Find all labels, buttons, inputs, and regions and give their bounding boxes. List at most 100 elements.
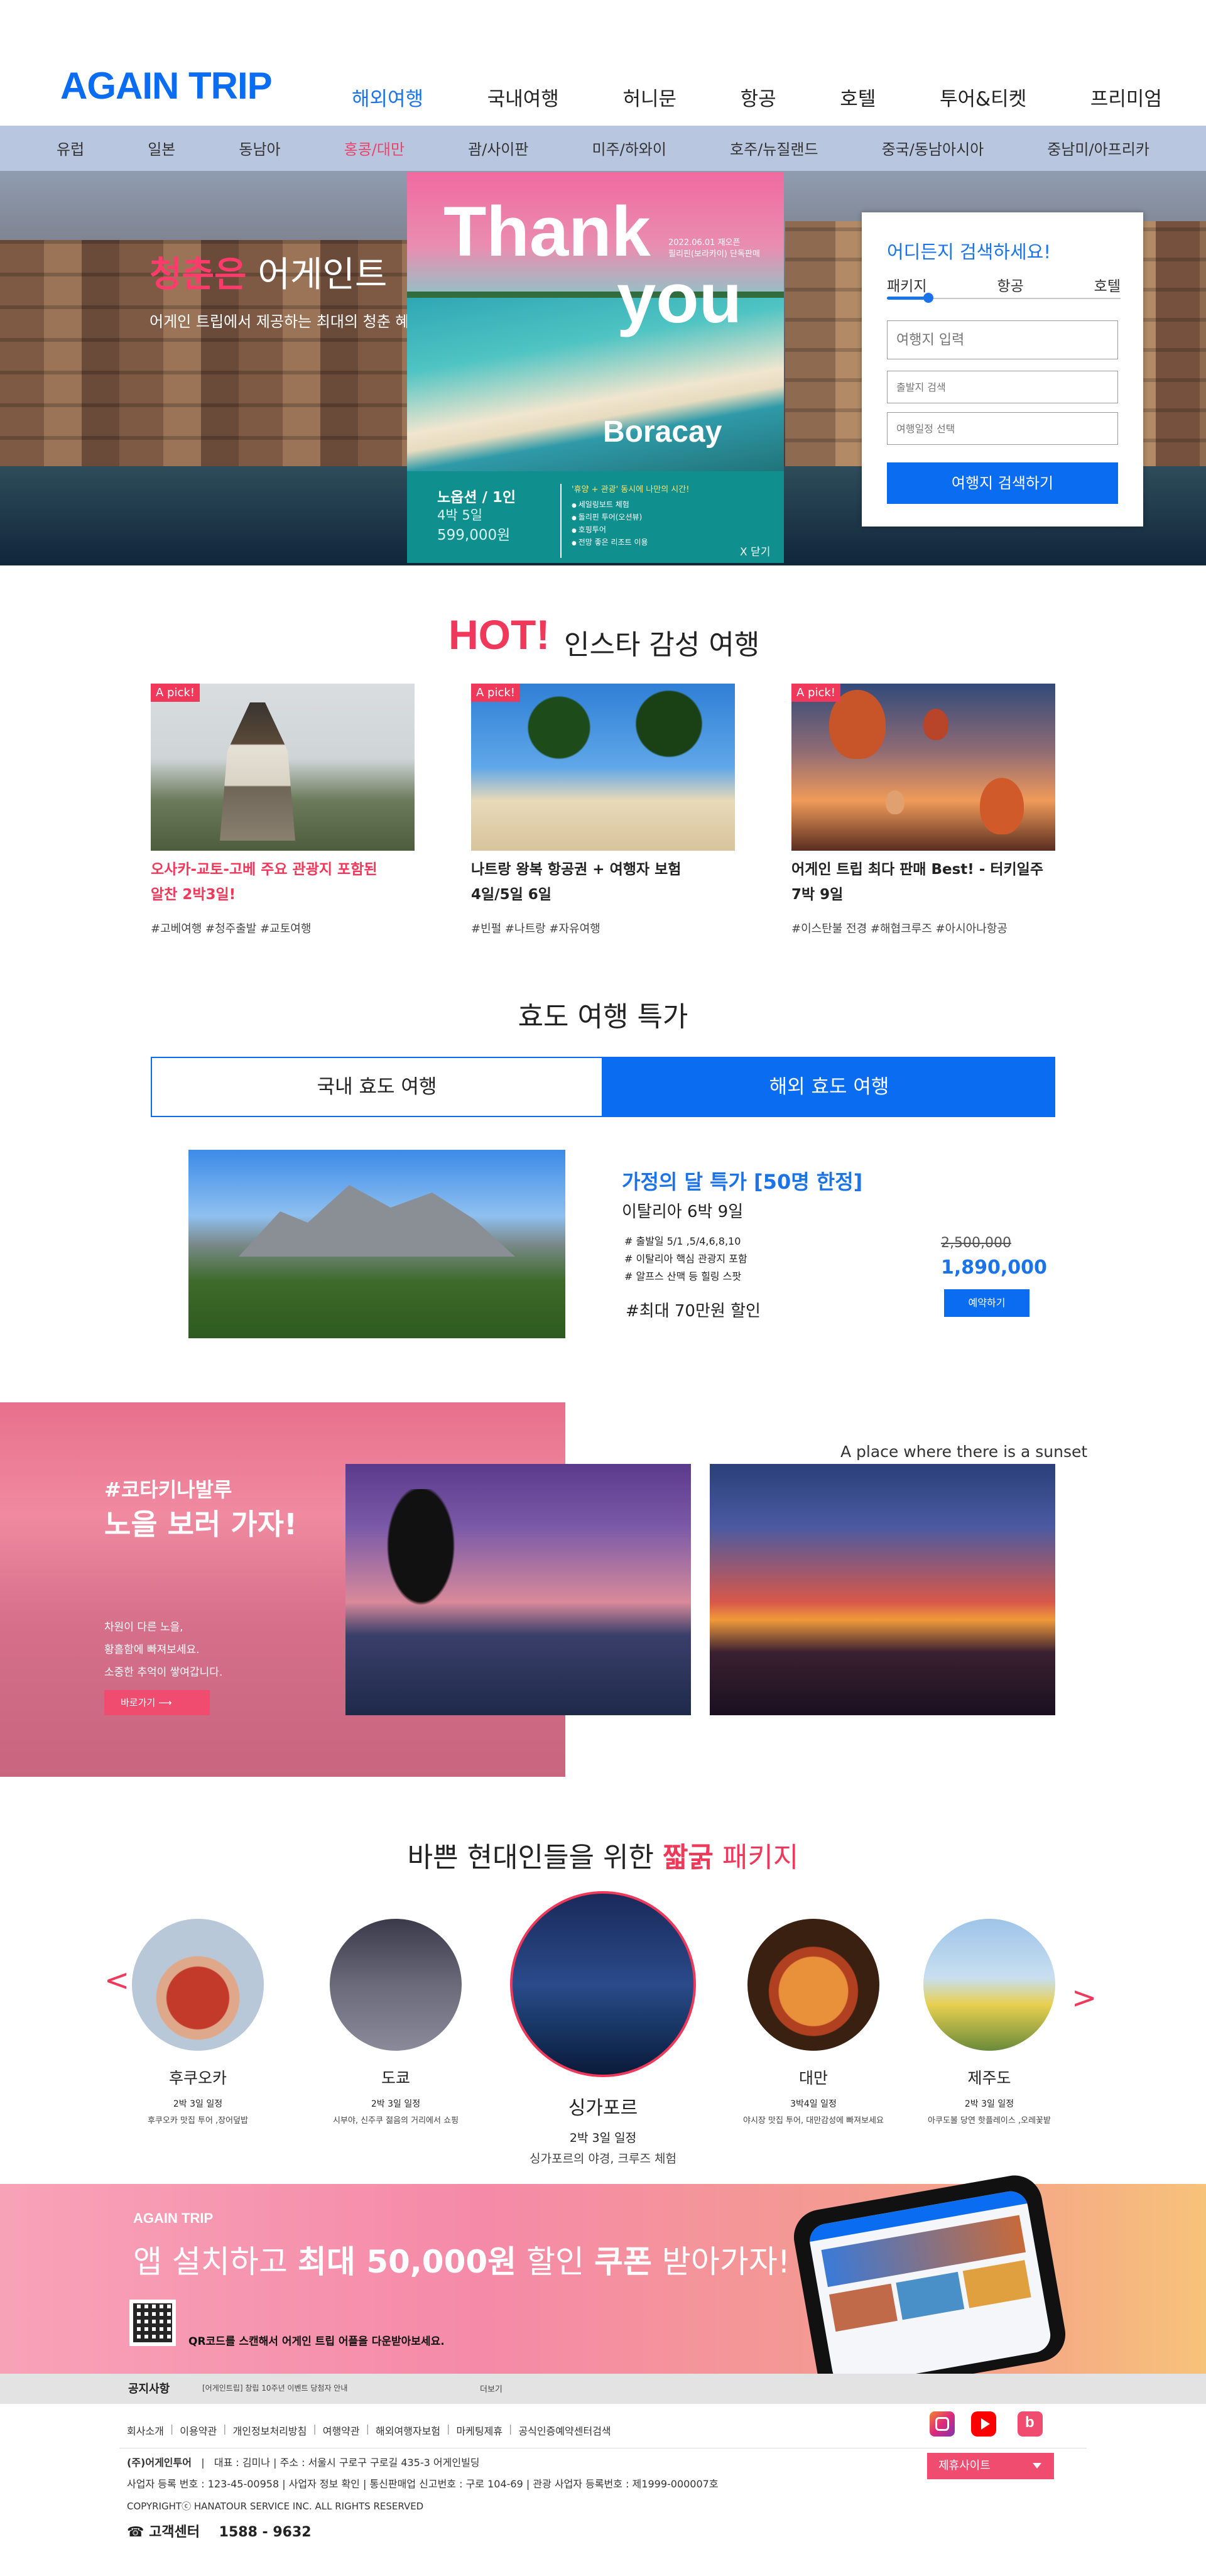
nav-item-flight[interactable]: 항공 xyxy=(741,83,776,111)
package-name: 싱가포르 xyxy=(568,2097,638,2119)
package-title-highlight: 짧굵 xyxy=(662,1842,714,1874)
pick-badge: A pick! xyxy=(151,684,200,702)
family-site-select[interactable]: 제휴사이트 xyxy=(927,2453,1054,2479)
card-title-line1: 나트랑 왕복 항공권 + 여행자 보험 xyxy=(471,861,682,878)
card-title-line2: 7박 9일 xyxy=(791,887,844,903)
sunset-go-button[interactable]: 바로가기 ⟶ xyxy=(104,1690,210,1715)
blog-icon[interactable] xyxy=(1018,2411,1043,2437)
subnav-item-guam-saipan[interactable]: 괌/사이판 xyxy=(468,137,528,159)
carousel-next-icon[interactable]: > xyxy=(1072,1980,1097,2016)
footer-link-company[interactable]: 회사소개 xyxy=(127,2423,164,2438)
subnav-item-latam-africa[interactable]: 중남미/아프리카 xyxy=(1047,137,1149,159)
company-address: 대표 : 김미나 | 주소 : 서울시 구로구 구로길 435-3 어게인빌딩 xyxy=(214,2457,480,2469)
subnav-item-europe[interactable]: 유럽 xyxy=(57,137,84,159)
app-title-mid: 할인 xyxy=(516,2244,594,2280)
nav-item-domestic[interactable]: 국내여행 xyxy=(487,83,559,111)
qr-instructions: QR코드를 스캔해서 어게인 트립 어플을 다운받아보세요. xyxy=(188,2335,445,2348)
business-info: 사업자 등록 번호 : 123-45-00958 | 사업자 정보 확인 | 통… xyxy=(127,2478,719,2490)
promo-popup[interactable]: Thank you 2022.06.01 재오픈 필리핀(보라카이) 단독판매 … xyxy=(407,172,784,563)
nav-item-honeymoon[interactable]: 허니문 xyxy=(622,83,676,111)
reserve-button[interactable]: 예약하기 xyxy=(944,1289,1029,1317)
osaka-castle-image xyxy=(151,684,415,851)
hot-card-turkey[interactable]: A pick! 어게인 트립 최다 판매 Best! - 터키일주 7박 9일 #… xyxy=(791,684,1055,936)
logo[interactable]: AGAIN TRIP xyxy=(60,64,273,107)
hero-title-rest: 어게인트 xyxy=(246,254,388,295)
destination-input[interactable] xyxy=(887,320,1118,359)
notice-text[interactable]: [어게인트립] 창립 10주년 이벤트 당첨자 안내 xyxy=(202,2382,347,2393)
popup-divider xyxy=(560,484,562,558)
package-desc: 싱가포르의 야경, 크루즈 체험 xyxy=(530,2152,676,2166)
hot-badge: HOT! xyxy=(448,611,550,658)
search-title: 어디든지 검색하세요! xyxy=(887,241,1051,263)
sunset-body-line: 황홀함에 빠져보세요. xyxy=(104,1644,200,1656)
nav-item-tour-ticket[interactable]: 투어&티켓 xyxy=(940,83,1026,111)
subnav-item-americas-hawaii[interactable]: 미주/하와이 xyxy=(592,137,666,159)
pick-badge: A pick! xyxy=(471,684,520,702)
qr-code-icon[interactable] xyxy=(129,2300,176,2346)
footer-link-insurance[interactable]: 해외여행자보험 xyxy=(376,2423,440,2438)
popup-close-button[interactable]: X 닫기 xyxy=(740,543,770,559)
package-jeju[interactable]: 제주도 2박 3일 일정 아쿠도볼 당연 핫플레이스 ,오레꽃밭 xyxy=(911,1919,1068,2126)
package-fukuoka[interactable]: 후쿠오카 2박 3일 일정 후쿠오카 맛집 투어 ,장어덮밥 xyxy=(132,1919,264,2126)
app-brand: AGAIN TRIP xyxy=(133,2210,214,2226)
footer-divider: | xyxy=(509,2423,513,2435)
sale-price: 1,890,000 xyxy=(941,1257,1047,1279)
beach-palm-image xyxy=(471,684,735,851)
popup-feature-list: 세일링보트 체험 돌리핀 투어(오션뷰) 호핑투어 전망 좋은 리조트 이용 xyxy=(572,499,648,549)
footer-link-travel-terms[interactable]: 여행약관 xyxy=(323,2423,360,2438)
nav-item-hotel[interactable]: 호텔 xyxy=(840,83,876,111)
instagram-icon[interactable] xyxy=(930,2411,955,2437)
nav-item-overseas[interactable]: 해외여행 xyxy=(352,83,423,111)
package-duration: 2박 3일 일정 xyxy=(569,2131,637,2145)
sunset-sea-image xyxy=(710,1464,1055,1715)
deal-point: # 이탈리아 핵심 관광지 포함 xyxy=(624,1253,747,1265)
popup-feature: 호핑투어 xyxy=(572,524,648,537)
footer-link-privacy[interactable]: 개인정보처리방침 xyxy=(233,2423,307,2438)
hot-card-osaka[interactable]: A pick! 오사카-교토-고베 주요 관광지 포함된 알찬 2박3일! #고베… xyxy=(151,684,415,936)
footer-link-reservation-center[interactable]: 공식인증예약센터검색 xyxy=(518,2423,611,2438)
app-thumb xyxy=(896,2271,965,2320)
footer-link-marketing[interactable]: 마케팅제휴 xyxy=(456,2423,503,2438)
subnav-item-australia-nz[interactable]: 호주/뉴질랜드 xyxy=(730,137,818,159)
tab-flight[interactable]: 항공 xyxy=(997,274,1023,295)
package-duration: 2박 3일 일정 xyxy=(371,2099,421,2109)
package-duration: 2박 3일 일정 xyxy=(964,2099,1014,2109)
subnav-item-hongkong-taiwan[interactable]: 홍콩/대만 xyxy=(344,137,405,159)
package-tokyo[interactable]: 도쿄 2박 3일 일정 시부야, 신주쿠 젊음의 거리에서 쇼핑 xyxy=(308,1919,484,2126)
search-tabs: 패키지 항공 호텔 xyxy=(887,274,1121,295)
subnav-item-southeast-asia[interactable]: 동남아 xyxy=(239,137,280,159)
tab-domestic-hyodo[interactable]: 국내 효도 여행 xyxy=(151,1057,603,1117)
package-name: 도쿄 xyxy=(381,2069,410,2087)
popup-highlight: '휴양 + 관광' 동시에 나만의 시간! xyxy=(572,485,690,494)
subnav-item-japan[interactable]: 일본 xyxy=(148,137,175,159)
youtube-icon[interactable] xyxy=(971,2411,996,2437)
tab-overseas-hyodo[interactable]: 해외 효도 여행 xyxy=(603,1057,1055,1117)
date-input[interactable] xyxy=(887,412,1118,445)
card-title-line2: 알찬 2박3일! xyxy=(151,887,236,903)
hot-card-nhatrang[interactable]: A pick! 나트랑 왕복 항공권 + 여행자 보험 4일/5일 6일 #빈펄 … xyxy=(471,684,735,936)
card-title-line2: 4일/5일 6일 xyxy=(471,887,551,903)
notice-more-link[interactable]: 더보기 xyxy=(480,2382,503,2394)
singapore-marina-image xyxy=(510,1891,696,2077)
departure-input[interactable] xyxy=(887,371,1118,403)
castle-shape xyxy=(220,702,295,841)
footer-divider: | xyxy=(313,2423,317,2435)
package-section-title: 바쁜 현대인들을 위한 짧굵 패키지 xyxy=(0,1835,1206,1875)
phone-screen xyxy=(807,2188,1053,2388)
nav-item-premium[interactable]: 프리미엄 xyxy=(1090,83,1162,111)
hero-subtitle: 어게인 트립에서 제공하는 최대의 청춘 혜 xyxy=(149,313,410,330)
tab-package[interactable]: 패키지 xyxy=(887,274,926,295)
popup-feature: 돌리핀 투어(오션뷰) xyxy=(572,511,648,524)
package-desc: 야시장 맛집 투어, 대만감성에 빠져보세요 xyxy=(743,2116,884,2126)
footer-link-terms[interactable]: 이용약관 xyxy=(180,2423,217,2438)
dolomites-image xyxy=(188,1150,565,1338)
package-taiwan[interactable]: 대만 3박4일 일정 야시장 맛집 투어, 대만감성에 빠져보세요 xyxy=(719,1919,908,2126)
company-info: (주)어게인투어 | 대표 : 김미나 | 주소 : 서울시 구로구 구로길 4… xyxy=(127,2457,480,2469)
search-button[interactable]: 여행지 검색하기 xyxy=(887,462,1118,504)
tab-hotel[interactable]: 호텔 xyxy=(1094,274,1121,295)
package-singapore[interactable]: 싱가포르 2박 3일 일정 싱가포르의 야경, 크루즈 체험 xyxy=(508,1891,698,2166)
carousel-prev-icon[interactable]: < xyxy=(104,1963,129,1998)
original-price: 2,500,000 xyxy=(941,1235,1011,1251)
jeju-canola-image xyxy=(923,1919,1055,2051)
subnav-item-china-asia[interactable]: 중국/동남아시아 xyxy=(882,137,984,159)
